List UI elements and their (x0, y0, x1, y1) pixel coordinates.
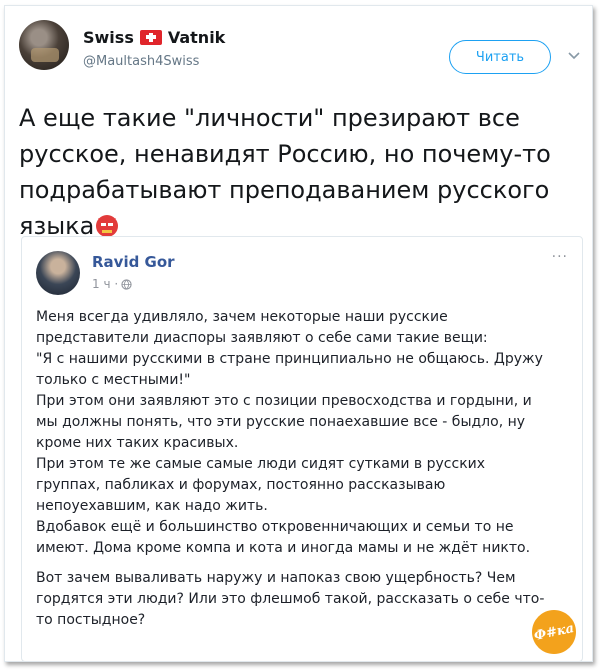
quoted-post-time[interactable]: 1 ч · (92, 277, 118, 291)
author-name-first[interactable]: Swiss (83, 28, 134, 47)
quoted-post-body: Меня всегда удивляло, зачем некоторые на… (36, 307, 556, 631)
post-line: "Я с нашими русскими в стране принципиал… (36, 351, 543, 367)
tweet-card: Swiss Vatnik @Maultash4Swiss Читать А ещ… (4, 5, 593, 662)
chevron-down-icon[interactable] (567, 48, 581, 62)
tweet-header: Swiss Vatnik @Maultash4Swiss Читать (19, 20, 581, 80)
quoted-post-card[interactable]: Ravid Gor 1 ч · ··· Меня всегда удивляло… (21, 236, 583, 661)
post-line: Меня всегда удивляло, зачем некоторые на… (36, 309, 448, 325)
post-line: При этом они заявляют это с позиции прев… (36, 393, 532, 409)
author-name-last[interactable]: Vatnik (168, 28, 225, 47)
quoted-post-meta: 1 ч · (92, 277, 132, 291)
tweet-text: А еще такие "личности" презирают все рус… (19, 100, 559, 244)
swiss-flag-icon (139, 30, 162, 45)
author-name-row[interactable]: Swiss Vatnik (83, 28, 225, 47)
post-line: непоуехавшим, как надо жить. (36, 498, 268, 514)
post-line: кроме них таких красивых. (36, 435, 239, 451)
author-handle[interactable]: @Maultash4Swiss (83, 54, 199, 69)
post-line: имеют. Дома кроме компа и кота и иногда … (36, 540, 531, 556)
post-line: только с местными!" (36, 372, 191, 388)
follow-button[interactable]: Читать (449, 40, 551, 74)
post-line: Вдобавок ещё и большинство откровенничаю… (36, 519, 514, 535)
post-line: то постыдное? (36, 612, 146, 628)
angry-devil-emoji-icon (96, 215, 119, 237)
post-line: представители диаспоры заявляют о себе с… (36, 330, 488, 346)
author-avatar[interactable] (19, 20, 69, 70)
post-line: При этом те же самые самые люди сидят су… (36, 456, 486, 472)
post-line: группах, пабликах и форумах, постоянно р… (36, 477, 446, 493)
quoted-author-avatar[interactable] (36, 251, 80, 295)
globe-icon (121, 278, 132, 290)
post-line: мы должны понять, что эти русские понаех… (36, 414, 526, 430)
more-options-icon[interactable]: ··· (552, 249, 568, 265)
post-line: гордятся эти люди? Или это флешмоб такой… (36, 591, 545, 607)
post-line: Вот зачем вываливать наружу и напоказ св… (36, 570, 516, 586)
quoted-author-name[interactable]: Ravid Gor (92, 253, 175, 271)
